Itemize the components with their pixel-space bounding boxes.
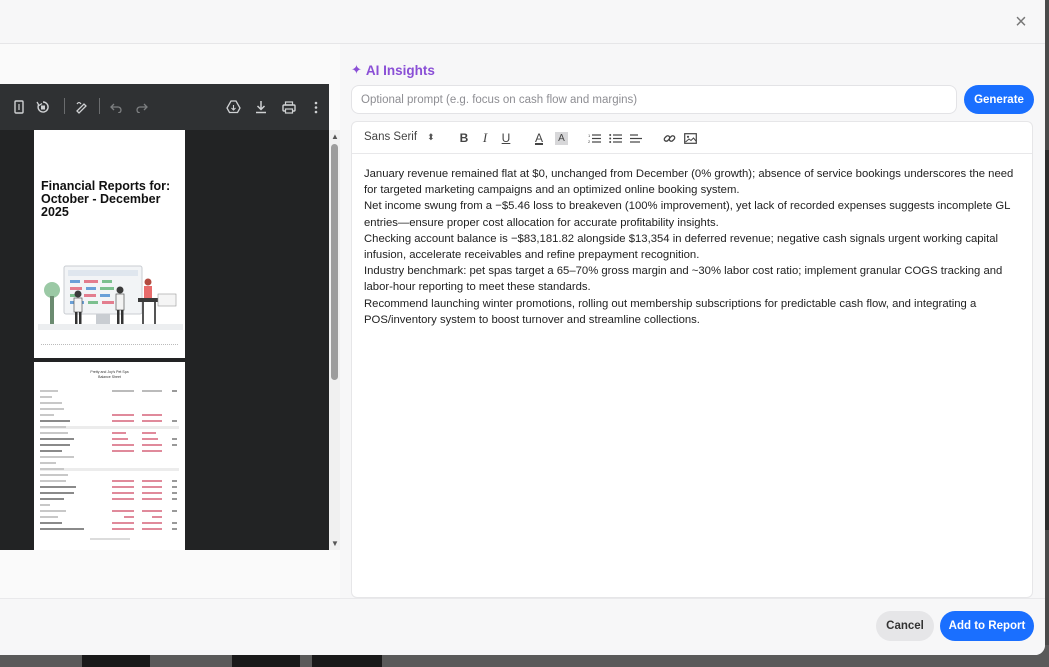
table-row <box>40 426 179 429</box>
insights-text-content[interactable]: January revenue remained flat at $0, unc… <box>364 166 1020 328</box>
optional-prompt-input[interactable] <box>351 85 957 114</box>
annotate-icon[interactable] <box>73 98 91 116</box>
table-row <box>40 504 179 507</box>
image-icon[interactable] <box>682 130 698 146</box>
svg-text:2: 2 <box>588 139 591 144</box>
sparkle-icon: ✦ <box>351 62 362 77</box>
table-row <box>40 462 179 465</box>
insight-paragraph: Checking account balance is −$83,181.82 … <box>364 232 998 262</box>
scrollbar-thumb[interactable] <box>331 144 338 380</box>
insight-paragraph: Recommend launching winter promotions, r… <box>364 297 977 326</box>
insight-paragraph: January revenue remained flat at $0, unc… <box>364 168 1014 197</box>
add-to-report-button[interactable]: Add to Report <box>940 611 1034 641</box>
pdf-scrollbar[interactable]: ▲ ▼ <box>329 130 340 550</box>
table-row <box>40 510 179 513</box>
insight-paragraph: Industry benchmark: pet spas target a 65… <box>364 265 1003 294</box>
undo-icon[interactable] <box>107 98 125 116</box>
table-row <box>40 480 179 483</box>
ordered-list-icon[interactable]: 12 <box>586 130 602 146</box>
text-color-button[interactable]: A <box>531 130 547 146</box>
table-row <box>40 468 179 471</box>
balance-sheet-title: Pretty and Joy's Pet Spa Balance Sheet <box>90 370 129 379</box>
background-color-button[interactable]: A <box>555 132 568 145</box>
ai-insights-title: AI Insights <box>365 62 435 78</box>
scroll-down-icon[interactable]: ▼ <box>331 539 339 548</box>
pdf-viewer: Financial Reports for: October - Decembe… <box>0 84 340 624</box>
pdf-pages-area[interactable]: Financial Reports for: October - Decembe… <box>0 130 329 550</box>
table-row <box>40 444 179 447</box>
scroll-up-icon[interactable]: ▲ <box>331 132 339 141</box>
print-icon[interactable] <box>280 98 298 116</box>
table-row <box>40 492 179 495</box>
ai-insights-header: ✦ AI Insights <box>351 62 435 78</box>
table-row <box>40 474 179 477</box>
table-row <box>40 408 179 411</box>
redo-icon[interactable] <box>132 98 150 116</box>
table-row <box>40 486 179 489</box>
drive-icon[interactable] <box>224 98 242 116</box>
italic-button[interactable]: I <box>477 130 493 146</box>
table-row <box>40 528 179 531</box>
underline-button[interactable]: U <box>498 130 514 146</box>
table-row <box>40 396 179 399</box>
table-row <box>40 390 179 393</box>
pdf-viewer-toolbar <box>0 84 329 130</box>
dialog-header: × <box>0 0 1045 44</box>
table-row <box>40 522 179 525</box>
insight-paragraph: Net income swung from a −$5.46 loss to b… <box>364 200 1011 229</box>
svg-text:1: 1 <box>588 133 591 138</box>
align-icon[interactable] <box>628 130 644 146</box>
cancel-button[interactable]: Cancel <box>876 611 934 641</box>
table-row <box>40 516 179 519</box>
download-icon[interactable] <box>252 98 270 116</box>
ai-insights-dialog: × Financial Reports for: October - Decem… <box>0 0 1045 655</box>
font-family-value: Sans Serif <box>364 131 418 143</box>
table-row <box>40 450 179 453</box>
table-row <box>40 414 179 417</box>
report-cover-title: Financial Reports for: October - Decembe… <box>41 179 171 219</box>
toolbar-separator <box>99 98 100 114</box>
table-row <box>40 402 179 405</box>
office-illustration <box>38 265 183 330</box>
pdf-page-balance-sheet: Pretty and Joy's Pet Spa Balance Sheet <box>34 362 185 550</box>
bullet-list-icon[interactable] <box>607 130 623 146</box>
more-icon[interactable] <box>307 98 325 116</box>
backdrop-block <box>232 653 300 667</box>
editor-toolbar: Sans Serif ⬍ B I U A A 12 <box>352 122 1032 154</box>
backdrop-block <box>312 653 382 667</box>
close-icon[interactable]: × <box>1011 12 1031 32</box>
font-family-select[interactable]: Sans Serif ⬍ <box>364 131 435 143</box>
table-row <box>40 420 179 423</box>
pdf-page-cover: Financial Reports for: October - Decembe… <box>34 130 185 358</box>
toolbar-separator <box>64 98 65 114</box>
page-fit-icon[interactable] <box>10 98 28 116</box>
insights-rich-text-editor: Sans Serif ⬍ B I U A A 12 January revenu… <box>351 121 1033 598</box>
select-arrows-icon: ⬍ <box>427 132 435 142</box>
bold-button[interactable]: B <box>456 130 472 146</box>
report-preview-panel: Financial Reports for: October - Decembe… <box>0 44 340 598</box>
backdrop-block <box>82 653 150 667</box>
link-icon[interactable] <box>661 130 677 146</box>
table-row <box>40 498 179 501</box>
table-row <box>40 438 179 441</box>
table-row <box>40 456 179 459</box>
page-footer-line <box>41 344 178 346</box>
table-row <box>90 538 130 541</box>
generate-button[interactable]: Generate <box>964 85 1034 114</box>
rotate-icon[interactable] <box>34 98 52 116</box>
table-row <box>40 432 179 435</box>
